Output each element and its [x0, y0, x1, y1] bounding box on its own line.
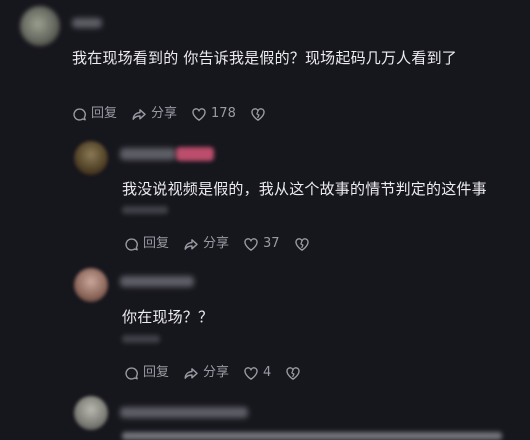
share-label: 分享 [203, 236, 230, 251]
share-icon [184, 238, 198, 250]
reply-button[interactable]: 回复 [124, 236, 169, 252]
comment-text-cutoff [122, 432, 502, 440]
share-icon [184, 367, 198, 379]
share-button[interactable]: 分享 [183, 365, 229, 381]
reply-icon [125, 366, 138, 380]
heart-icon [244, 366, 258, 380]
broken-heart-icon [294, 237, 309, 251]
share-button[interactable]: 分享 [131, 106, 177, 122]
reply-button[interactable]: 回复 [72, 106, 117, 122]
avatar[interactable] [74, 396, 108, 430]
reply-button[interactable]: 回复 [124, 365, 169, 381]
share-button[interactable]: 分享 [183, 236, 229, 252]
username[interactable] [120, 407, 248, 418]
like-count: 37 [263, 236, 280, 251]
comment-text: 我在现场看到的 你告诉我是假的？现场起码几万人看到了 [72, 49, 457, 67]
comment-actions: 回复 分享 37 [124, 236, 310, 252]
dislike-button[interactable] [250, 107, 266, 122]
like-count: 4 [263, 365, 272, 380]
broken-heart-icon [286, 366, 301, 380]
share-label: 分享 [151, 106, 178, 121]
avatar[interactable] [20, 6, 60, 46]
like-button[interactable]: 178 [191, 106, 236, 122]
comment-text: 你在现场？？ [122, 308, 214, 326]
username[interactable] [120, 148, 176, 160]
comment-meta [122, 206, 168, 214]
reply-icon [125, 237, 138, 251]
like-count: 178 [211, 106, 236, 121]
like-button[interactable]: 37 [243, 236, 280, 252]
username[interactable] [120, 276, 194, 287]
author-badge [176, 147, 214, 161]
dislike-button[interactable] [285, 366, 301, 381]
reply-label: 回复 [91, 106, 118, 121]
like-button[interactable]: 4 [243, 365, 271, 381]
reply-label: 回复 [143, 236, 170, 251]
dislike-button[interactable] [294, 237, 310, 252]
share-icon [132, 108, 146, 120]
avatar[interactable] [74, 268, 108, 302]
reply-icon [73, 107, 86, 121]
comment-actions: 回复 分享 178 [72, 106, 266, 122]
share-label: 分享 [203, 365, 230, 380]
comment-actions: 回复 分享 4 [124, 365, 301, 381]
heart-icon [192, 107, 206, 121]
broken-heart-icon [251, 107, 265, 121]
comment-text: 我没说视频是假的，我从这个故事的情节判定的这件事 [122, 180, 487, 198]
username[interactable] [72, 18, 102, 28]
heart-icon [244, 237, 258, 251]
reply-label: 回复 [143, 365, 170, 380]
comment-meta [122, 335, 160, 343]
avatar[interactable] [74, 141, 108, 175]
